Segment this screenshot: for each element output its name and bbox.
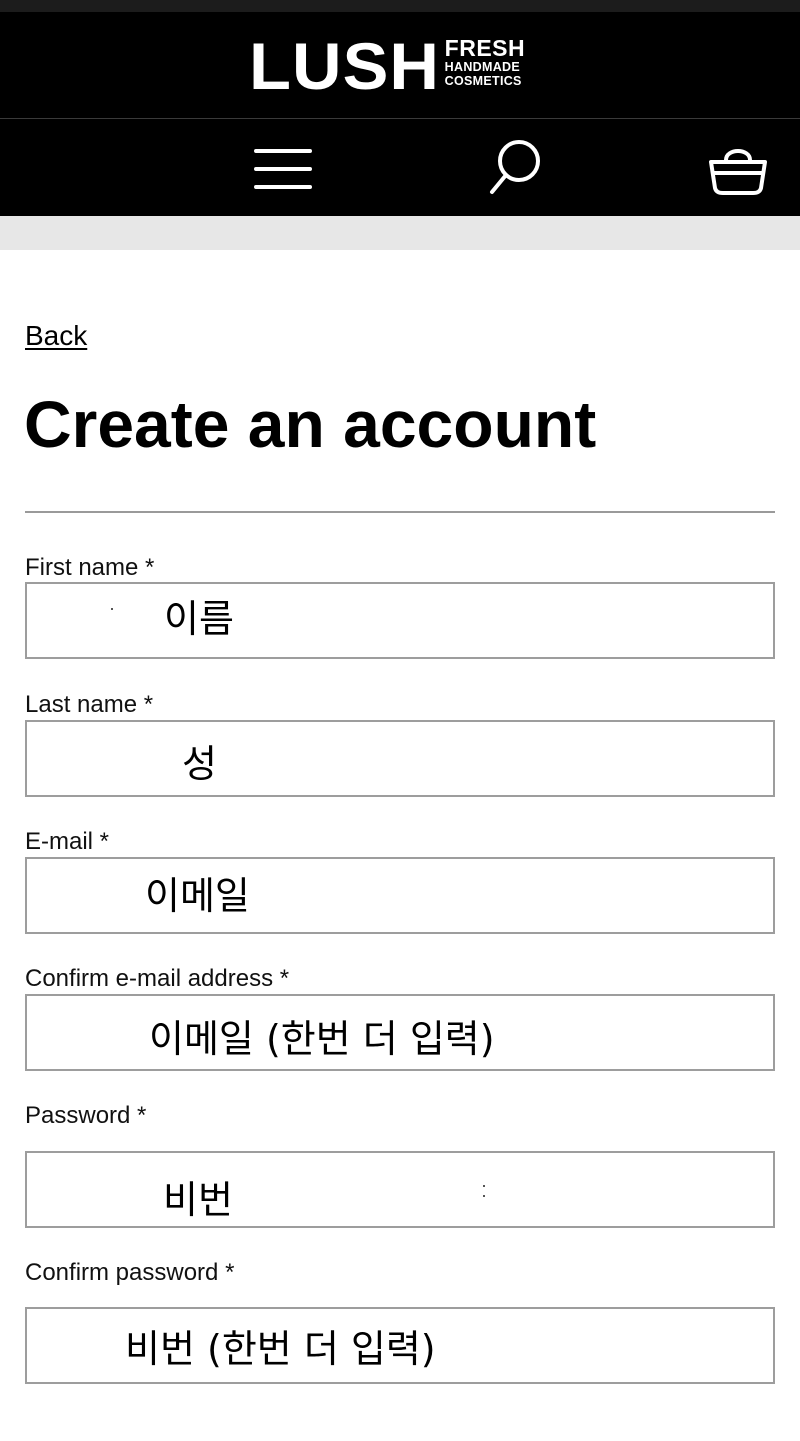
email-label: E-mail *: [25, 828, 110, 855]
first-name-label: First name *: [25, 554, 155, 581]
logo-tagline: FRESH HANDMADE COSMETICS: [445, 36, 525, 88]
logo-fresh: FRESH: [444, 35, 526, 61]
status-strip: [0, 0, 800, 12]
password-value: 비번: [163, 1178, 233, 1222]
confirm-password-label: Confirm password *: [25, 1259, 235, 1286]
last-name-value: 성: [182, 742, 217, 786]
lush-logo[interactable]: LUSH FRESH HANDMADE COSMETICS: [249, 29, 525, 103]
email-field[interactable]: 이메일: [25, 857, 775, 934]
logo-handmade: HANDMADE: [444, 60, 520, 74]
back-link[interactable]: Back: [25, 319, 87, 353]
first-name-field[interactable]: 이름: [25, 582, 775, 659]
first-name-value: 이름: [164, 597, 234, 641]
last-name-label: Last name *: [25, 691, 154, 718]
search-icon[interactable]: [488, 138, 544, 196]
menu-icon[interactable]: [253, 147, 313, 193]
header-band: [0, 216, 800, 250]
confirm-email-value: 이메일 (한번 더 입력): [149, 1017, 495, 1061]
confirm-password-value: 비번 (한번 더 입력): [125, 1327, 436, 1371]
header-divider: [0, 118, 800, 119]
input-speck: [483, 1195, 485, 1197]
email-value: 이메일: [145, 874, 250, 918]
password-field[interactable]: 비번: [25, 1151, 775, 1228]
title-divider: [25, 511, 775, 513]
logo-cosmetics: COSMETICS: [444, 74, 522, 88]
confirm-email-field[interactable]: 이메일 (한번 더 입력): [25, 994, 775, 1071]
password-label: Password *: [25, 1102, 147, 1129]
input-speck: [111, 608, 113, 610]
last-name-field[interactable]: 성: [25, 720, 775, 797]
page-title: Create an account: [24, 387, 597, 461]
input-speck: [483, 1185, 485, 1187]
confirm-email-label: Confirm e-mail address *: [25, 965, 290, 992]
confirm-password-field[interactable]: 비번 (한번 더 입력): [25, 1307, 775, 1384]
bag-icon[interactable]: [706, 140, 770, 196]
site-header: LUSH FRESH HANDMADE COSMETICS: [0, 12, 800, 216]
logo-wordmark: LUSH: [249, 29, 441, 103]
